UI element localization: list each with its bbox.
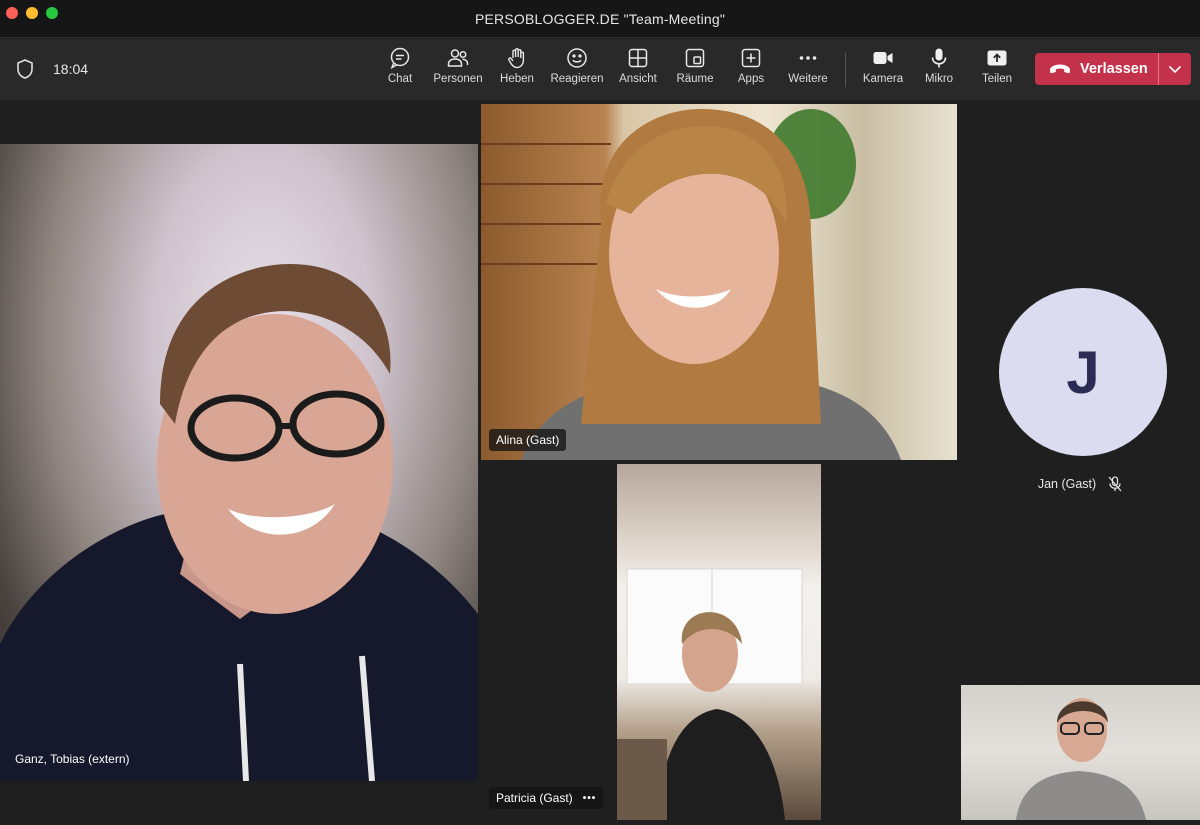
leave-options-dropdown[interactable] xyxy=(1159,53,1191,85)
leave-divider xyxy=(1158,53,1159,85)
mic-icon xyxy=(931,48,947,68)
meeting-toolbar: 18:04 Chat Personen Heben Reagieren Ansi… xyxy=(0,39,1200,100)
video-tile-patricia[interactable]: Patricia (Gast) ••• xyxy=(481,464,957,820)
close-window-button[interactable] xyxy=(6,7,18,19)
camera-icon xyxy=(873,52,893,64)
participant-video-patricia xyxy=(617,464,821,820)
view-button[interactable]: Ansicht xyxy=(616,47,660,93)
video-tile-tobias[interactable]: Ganz, Tobias (extern) xyxy=(0,144,478,781)
window-controls xyxy=(6,7,58,19)
more-button-label: Weitere xyxy=(788,73,828,85)
participant-options-menu[interactable]: ••• xyxy=(583,793,597,804)
people-icon xyxy=(447,49,469,67)
self-view-video-feed xyxy=(1016,698,1146,820)
meeting-timer: 18:04 xyxy=(53,61,89,77)
react-button[interactable]: Reagieren xyxy=(549,47,605,93)
rooms-button[interactable]: Räume xyxy=(675,47,715,93)
leave-button-label: Verlassen xyxy=(1080,61,1148,77)
self-view-video[interactable] xyxy=(961,685,1200,820)
toolbar-divider xyxy=(845,53,846,87)
leave-button[interactable]: Verlassen xyxy=(1035,53,1158,85)
camera-button-label: Kamera xyxy=(862,73,904,85)
share-button[interactable]: Teilen xyxy=(979,47,1015,93)
participant-name-patricia: Patricia (Gast) ••• xyxy=(489,787,604,809)
camera-button[interactable]: Kamera xyxy=(861,47,905,93)
participant-video-tobias xyxy=(0,264,478,781)
hangup-icon xyxy=(1050,64,1070,74)
zoom-window-button[interactable] xyxy=(46,7,58,19)
share-button-label: Teilen xyxy=(981,73,1013,85)
participant-name-alina: Alina (Gast) xyxy=(489,429,567,451)
grid-icon xyxy=(628,48,648,68)
avatar-initial: J xyxy=(1066,338,1100,406)
mic-button[interactable]: Mikro xyxy=(923,47,955,93)
share-icon xyxy=(987,50,1007,66)
rooms-icon xyxy=(685,48,705,68)
react-button-label: Reagieren xyxy=(550,73,604,85)
participant-name-jan: Jan (Gast) xyxy=(960,476,1200,492)
apps-button-label: Apps xyxy=(737,73,765,85)
raise-hand-label: Heben xyxy=(500,73,534,85)
participant-video-alina xyxy=(481,109,901,460)
mic-muted-icon xyxy=(1108,476,1122,492)
mic-button-label: Mikro xyxy=(924,73,954,85)
hand-icon xyxy=(508,48,525,69)
chevron-down-icon xyxy=(1168,65,1182,74)
avatar: J xyxy=(999,288,1167,456)
window-title: PERSOBLOGGER.DE "Team-Meeting" xyxy=(474,10,726,27)
chat-button-label: Chat xyxy=(387,73,413,85)
people-button-label: Personen xyxy=(433,73,483,85)
video-tile-alina[interactable]: Alina (Gast) xyxy=(481,104,957,460)
chat-icon xyxy=(390,47,410,69)
chat-button[interactable]: Chat xyxy=(386,47,414,93)
view-button-label: Ansicht xyxy=(619,73,657,85)
rooms-button-label: Räume xyxy=(676,73,714,85)
raise-hand-button[interactable]: Heben xyxy=(498,47,536,93)
title-bar: PERSOBLOGGER.DE "Team-Meeting" xyxy=(0,0,1200,38)
participant-name-tobias: Ganz, Tobias (extern) xyxy=(15,752,130,766)
more-icon xyxy=(799,56,817,60)
shield-icon[interactable] xyxy=(15,58,35,80)
plus-square-icon xyxy=(741,48,761,68)
leave-button-group: Verlassen xyxy=(1035,53,1191,85)
video-tile-jan[interactable]: J Jan (Gast) xyxy=(960,104,1200,680)
smiley-icon xyxy=(567,48,587,68)
more-button[interactable]: Weitere xyxy=(786,47,830,93)
minimize-window-button[interactable] xyxy=(26,7,38,19)
people-button[interactable]: Personen xyxy=(432,47,484,93)
apps-button[interactable]: Apps xyxy=(736,47,766,93)
